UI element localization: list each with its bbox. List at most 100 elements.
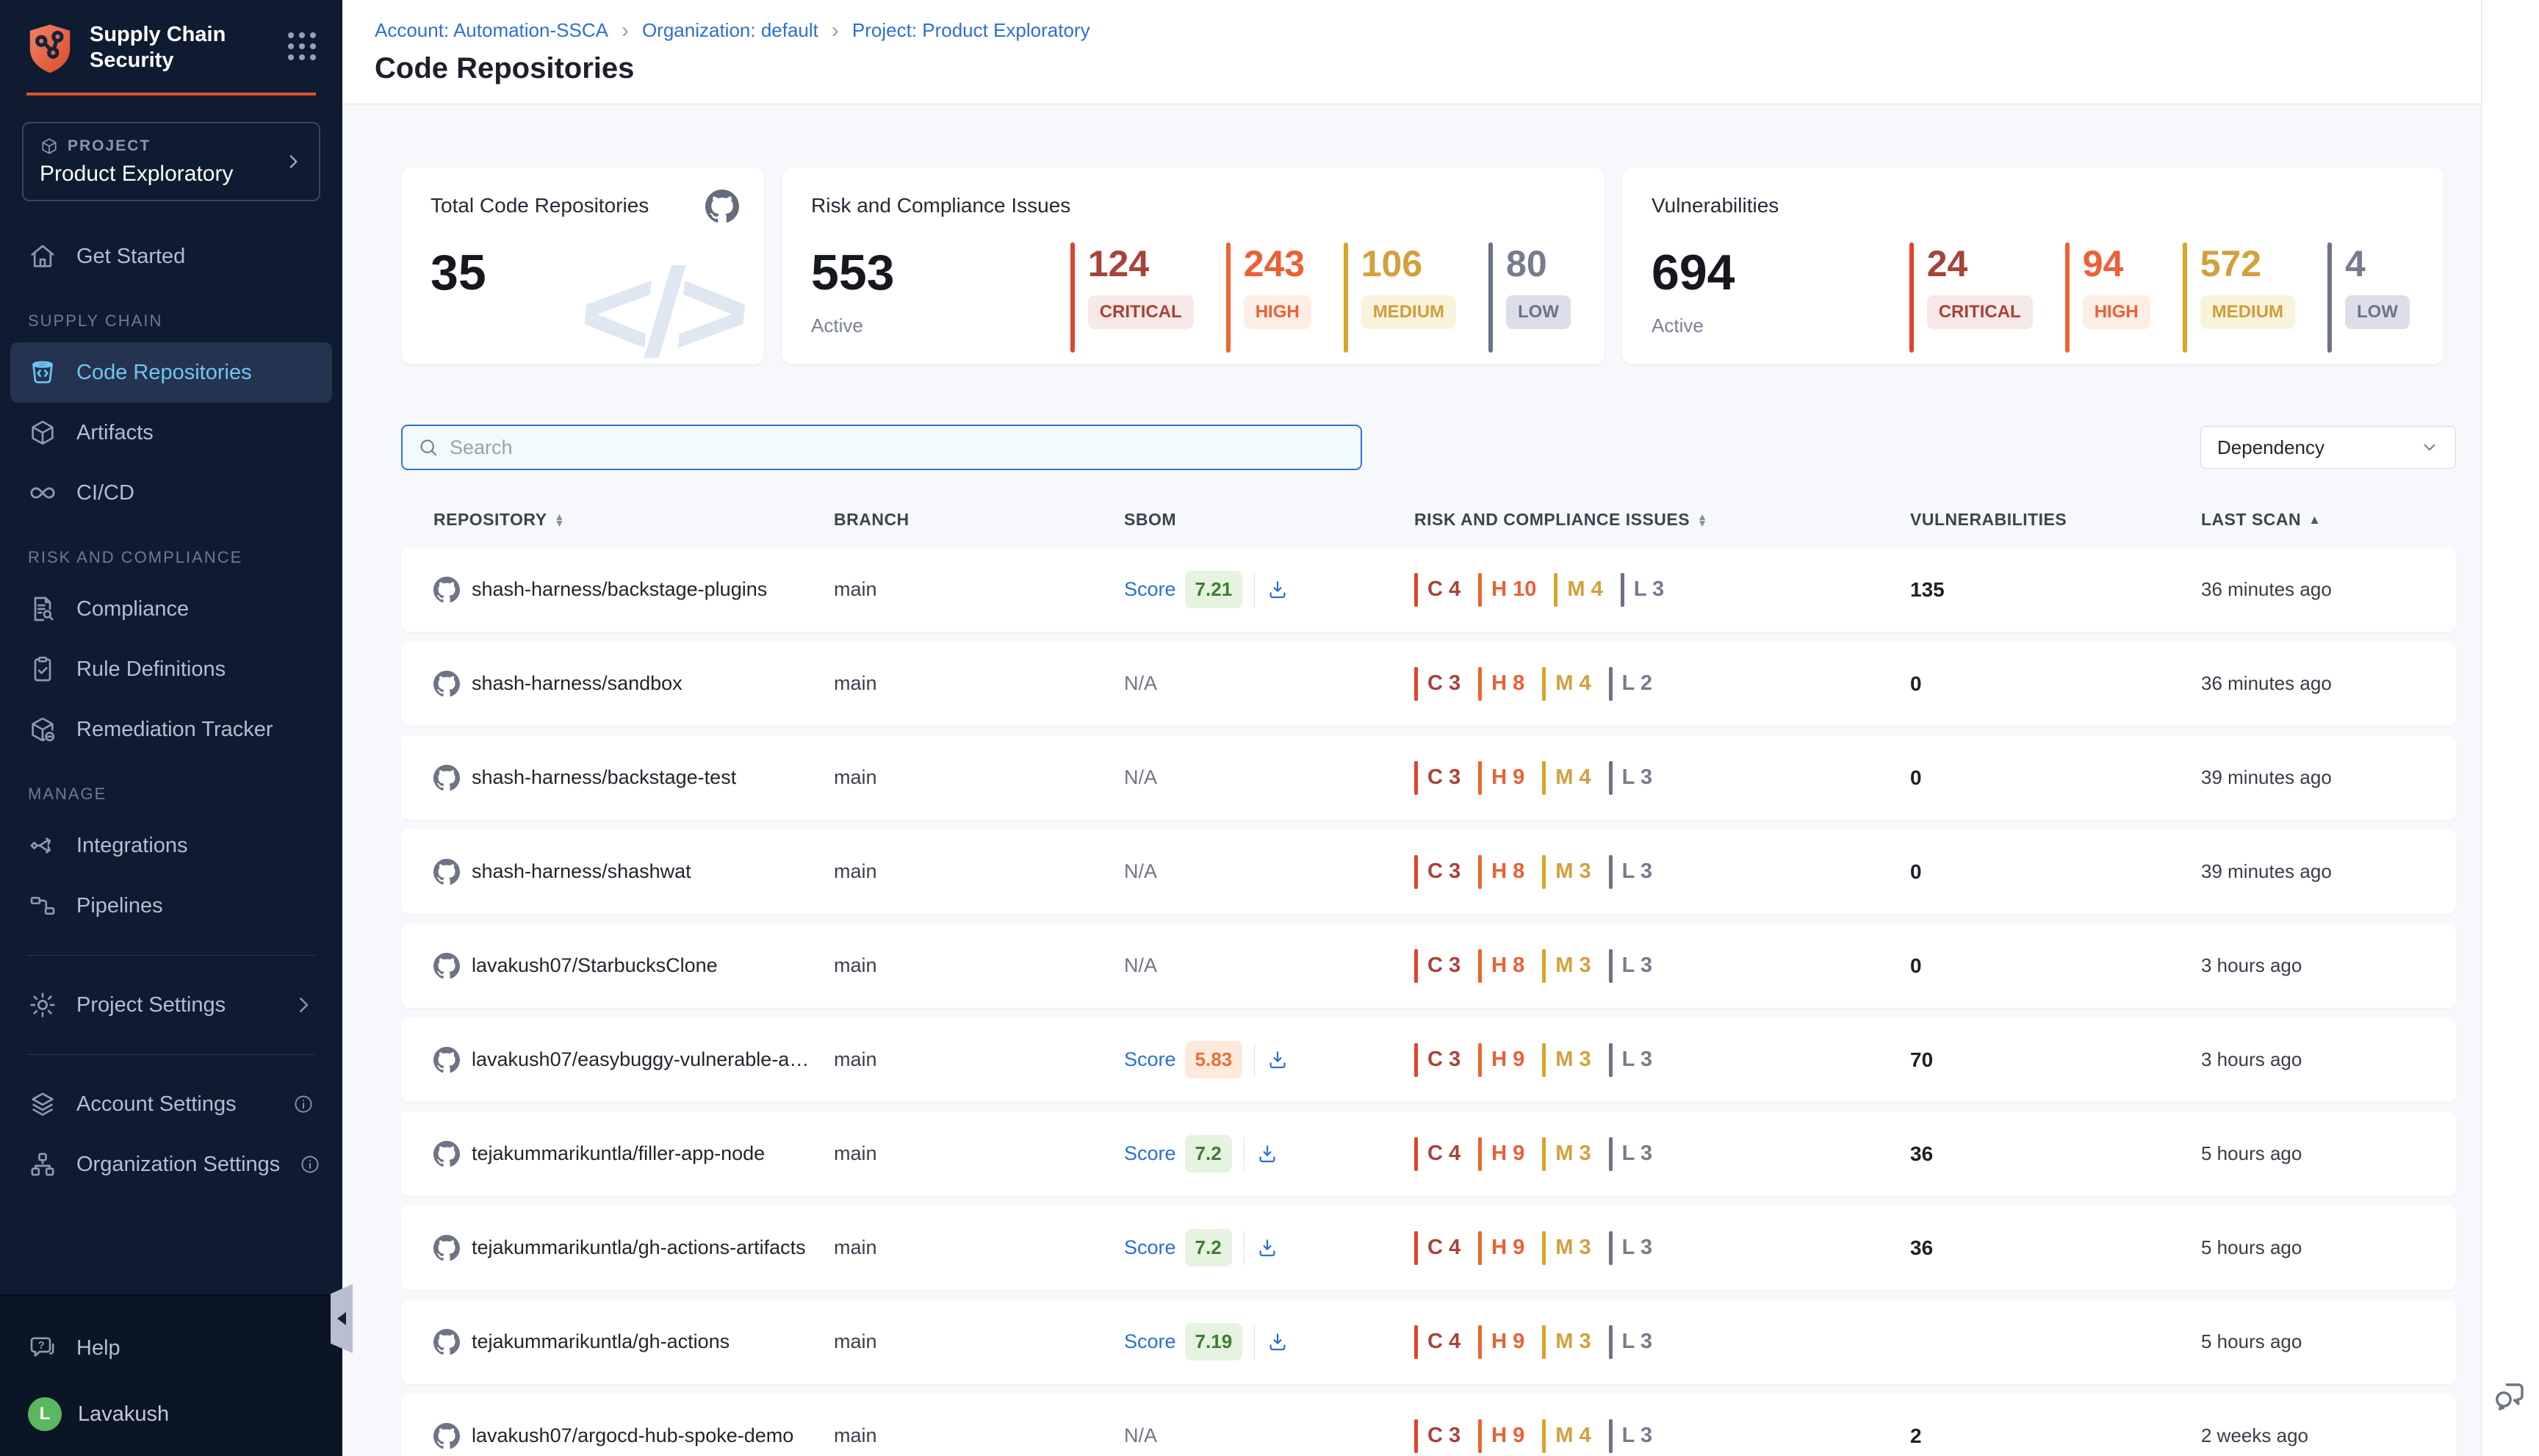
breadcrumb-organization[interactable]: Organization: default (642, 19, 818, 42)
severity-badge: LOW (2345, 295, 2410, 329)
sidebar-item-code-repositories[interactable]: Code Repositories (10, 342, 332, 403)
dependency-filter-select[interactable]: Dependency (2200, 426, 2456, 469)
sbom-na: N/A (1124, 954, 1157, 977)
vulnerabilities-count: 0 (1910, 766, 2201, 790)
section-manage: MANAGE (0, 760, 342, 815)
search-input[interactable] (450, 436, 1346, 459)
project-label: PROJECT (68, 137, 151, 155)
issues-cell: C 4H 9M 3L 3 (1414, 1231, 1910, 1265)
repo-name: shash-harness/sandbox (472, 672, 683, 695)
sidebar-item-pipelines[interactable]: Pipelines (0, 876, 342, 936)
sbom-score-link[interactable]: Score (1124, 1330, 1176, 1353)
repo-name: lavakush07/StarbucksClone (472, 954, 718, 977)
table-row[interactable]: shash-harness/shashwat main N/A C 3H 8M … (401, 829, 2456, 914)
sidebar-item-integrations[interactable]: Integrations (0, 815, 342, 876)
medium-count: M 3 (1555, 1048, 1591, 1072)
sidebar-item-rule-definitions[interactable]: Rule Definitions (0, 639, 342, 699)
sbom-score-link[interactable]: Score (1124, 1048, 1176, 1071)
critical-count: C 3 (1427, 954, 1461, 978)
table-row[interactable]: tejakummarikuntla/filler-app-node main S… (401, 1111, 2456, 1196)
table-row[interactable]: shash-harness/backstage-plugins main Sco… (401, 547, 2456, 632)
severity-stats: 124CRITICAL 243HIGH 106MEDIUM 80LOW (1070, 242, 1571, 353)
sidebar-item-remediation-tracker[interactable]: Remediation Tracker (0, 699, 342, 760)
sidebar-item-account-settings[interactable]: Account Settings (0, 1074, 342, 1134)
chat-support-icon[interactable] (2492, 1378, 2527, 1413)
table-row[interactable]: lavakush07/StarbucksClone main N/A C 3H … (401, 923, 2456, 1008)
card-title: Risk and Compliance Issues (811, 194, 1575, 217)
table-row[interactable]: tejakummarikuntla/gh-actions main Score7… (401, 1300, 2456, 1384)
sidebar-footer: Help L Lavakush (0, 1294, 342, 1456)
module-switcher-icon[interactable] (288, 32, 316, 60)
github-icon (433, 859, 460, 885)
sbom-score-value: 7.2 (1185, 1229, 1232, 1266)
repo-name: tejakummarikuntla/gh-actions (472, 1330, 730, 1353)
high-count: H 10 (1491, 577, 1536, 602)
sidebar-collapse-handle[interactable] (331, 1284, 353, 1353)
download-icon[interactable] (1267, 579, 1289, 601)
critical-count: C 3 (1427, 859, 1461, 884)
download-icon[interactable] (1256, 1143, 1278, 1165)
download-icon[interactable] (1267, 1331, 1289, 1353)
home-icon (28, 242, 57, 271)
medium-stat: 572MEDIUM (2183, 242, 2295, 353)
sidebar-header: Supply Chain Security (0, 0, 342, 75)
sort-icon[interactable]: ▲▼ (1697, 513, 1707, 526)
chevron-down-icon (2420, 438, 2439, 457)
sidebar-item-project-settings[interactable]: Project Settings (0, 975, 342, 1035)
table-row[interactable]: lavakush07/argocd-hub-spoke-demo main N/… (401, 1394, 2456, 1456)
table-row[interactable]: tejakummarikuntla/gh-actions-artifacts m… (401, 1205, 2456, 1290)
sidebar-item-help[interactable]: Help (28, 1318, 314, 1378)
sidebar-item-compliance[interactable]: Compliance (0, 579, 342, 639)
medium-count: M 4 (1567, 577, 1602, 602)
sbom-score-link[interactable]: Score (1124, 578, 1176, 601)
sidebar-item-label: Code Repositories (76, 361, 252, 385)
high-count: H 9 (1491, 1236, 1524, 1260)
severity-badge: MEDIUM (1361, 295, 1456, 329)
breadcrumb-project[interactable]: Project: Product Exploratory (852, 19, 1090, 42)
critical-count: C 4 (1427, 1330, 1461, 1354)
sidebar: Supply Chain Security PROJECT Product Ex… (0, 0, 342, 1456)
high-stat: 243HIGH (1226, 242, 1311, 353)
github-icon (433, 577, 460, 603)
last-scan: 39 minutes ago (2201, 766, 2456, 789)
project-selector[interactable]: PROJECT Product Exploratory (22, 122, 320, 201)
sort-ascending-icon[interactable]: ▲ (2308, 513, 2321, 527)
sidebar-item-cicd[interactable]: CI/CD (0, 463, 342, 523)
table-row[interactable]: shash-harness/backstage-test main N/A C … (401, 735, 2456, 820)
table-row[interactable]: shash-harness/sandbox main N/A C 3H 8M 4… (401, 641, 2456, 726)
product-name: Supply Chain Security (90, 22, 272, 73)
sidebar-item-get-started[interactable]: Get Started (0, 226, 342, 286)
total-repos-card: Total Code Repositories 35 </> (401, 167, 764, 364)
issues-cell: C 4H 9M 3L 3 (1414, 1137, 1910, 1171)
table-row[interactable]: lavakush07/easybuggy-vulnerable-app… mai… (401, 1017, 2456, 1102)
sidebar-item-label: Compliance (76, 597, 189, 621)
vulnerabilities-count: 70 (1910, 1048, 2201, 1072)
high-count: H 9 (1491, 1330, 1524, 1354)
summary-cards: Total Code Repositories 35 </> Risk and … (401, 167, 2456, 364)
medium-count: M 4 (1555, 765, 1591, 790)
breadcrumb-account[interactable]: Account: Automation-SSCA (375, 19, 608, 42)
sbom-score-link[interactable]: Score (1124, 1236, 1176, 1259)
sidebar-item-organization-settings[interactable]: Organization Settings (0, 1134, 342, 1194)
code-watermark: </> (573, 241, 751, 364)
info-icon (299, 1153, 321, 1175)
branch: main (834, 1048, 1124, 1071)
active-caption: Active (1652, 314, 1735, 337)
sbom-score-link[interactable]: Score (1124, 1142, 1176, 1165)
sidebar-item-artifacts[interactable]: Artifacts (0, 403, 342, 463)
branch: main (834, 954, 1124, 977)
sort-icon[interactable]: ▲▼ (555, 513, 565, 526)
avatar: L (28, 1397, 62, 1431)
sidebar-item-label: Help (76, 1336, 120, 1361)
download-icon[interactable] (1256, 1237, 1278, 1259)
infinity-icon (28, 478, 57, 508)
user-menu[interactable]: L Lavakush (28, 1397, 314, 1431)
repo-name: shash-harness/shashwat (472, 860, 691, 883)
cube-icon (28, 418, 57, 447)
low-count: L 3 (1622, 859, 1652, 884)
sidebar-item-label: Get Started (76, 245, 185, 269)
download-icon[interactable] (1267, 1049, 1289, 1071)
low-count: L 3 (1634, 577, 1664, 602)
issues-cell: C 4H 9M 3L 3 (1414, 1325, 1910, 1359)
col-repository: REPOSITORY▲▼ (433, 510, 834, 530)
